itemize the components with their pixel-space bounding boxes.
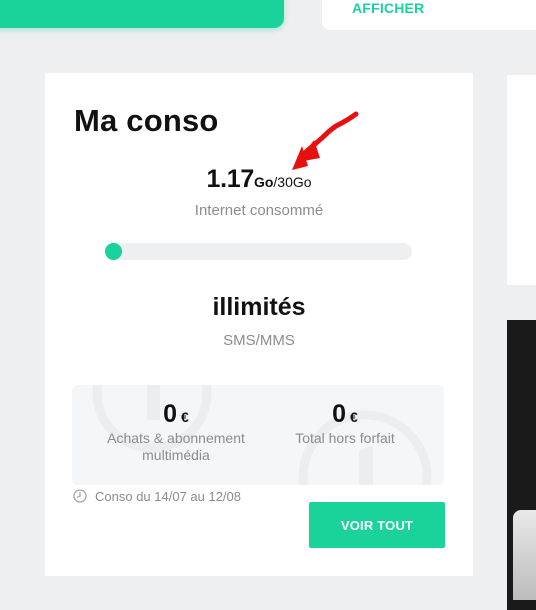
conso-period: Conso du 14/07 au 12/08 (73, 488, 241, 504)
purchases-value: 0 (163, 400, 178, 428)
internet-usage-label: Internet consommé (194, 202, 324, 219)
purchases-label: Achats & abonnement multimédia (107, 430, 245, 463)
page-title: Ma conso (74, 103, 219, 138)
internet-progress-fill (105, 243, 122, 260)
charges-box: 0 € Achats & abonnement multimédia 0 € Tot… (72, 385, 444, 485)
sms-label: SMS/MMS (223, 332, 295, 349)
extra-charges-currency: € (350, 409, 358, 425)
internet-used-unit: Go (253, 174, 274, 190)
afficher-link[interactable]: AFFICHER (352, 0, 424, 16)
internet-usage: 1.17Go/30Go (45, 165, 473, 194)
internet-progress-bar (105, 243, 412, 260)
top-green-card (0, 0, 284, 28)
right-side-image (507, 320, 536, 610)
voir-tout-button[interactable]: VOIR TOUT (309, 502, 445, 548)
conso-card: Ma conso 1.17Go/30Go Internet consommé i… (45, 73, 473, 576)
right-side-image-detail (513, 510, 536, 600)
extra-charges-value: 0 (332, 400, 347, 428)
extra-charges-label: Total hors forfait (295, 430, 395, 446)
gear-icon[interactable] (230, 0, 256, 2)
extra-charges-stat: 0 € Total hors forfait (250, 400, 440, 447)
purchases-currency: € (181, 409, 189, 425)
conso-period-text: Conso du 14/07 au 12/08 (95, 488, 242, 504)
clock-icon (73, 489, 87, 503)
internet-used-value: 1.17 (206, 165, 254, 193)
sms-value: illimités (212, 293, 306, 321)
purchases-stat: 0 € Achats & abonnement multimédia (81, 400, 271, 464)
top-white-card: AFFICHER (322, 0, 536, 30)
internet-total: /30Go (273, 174, 312, 190)
right-side-card (507, 75, 536, 285)
